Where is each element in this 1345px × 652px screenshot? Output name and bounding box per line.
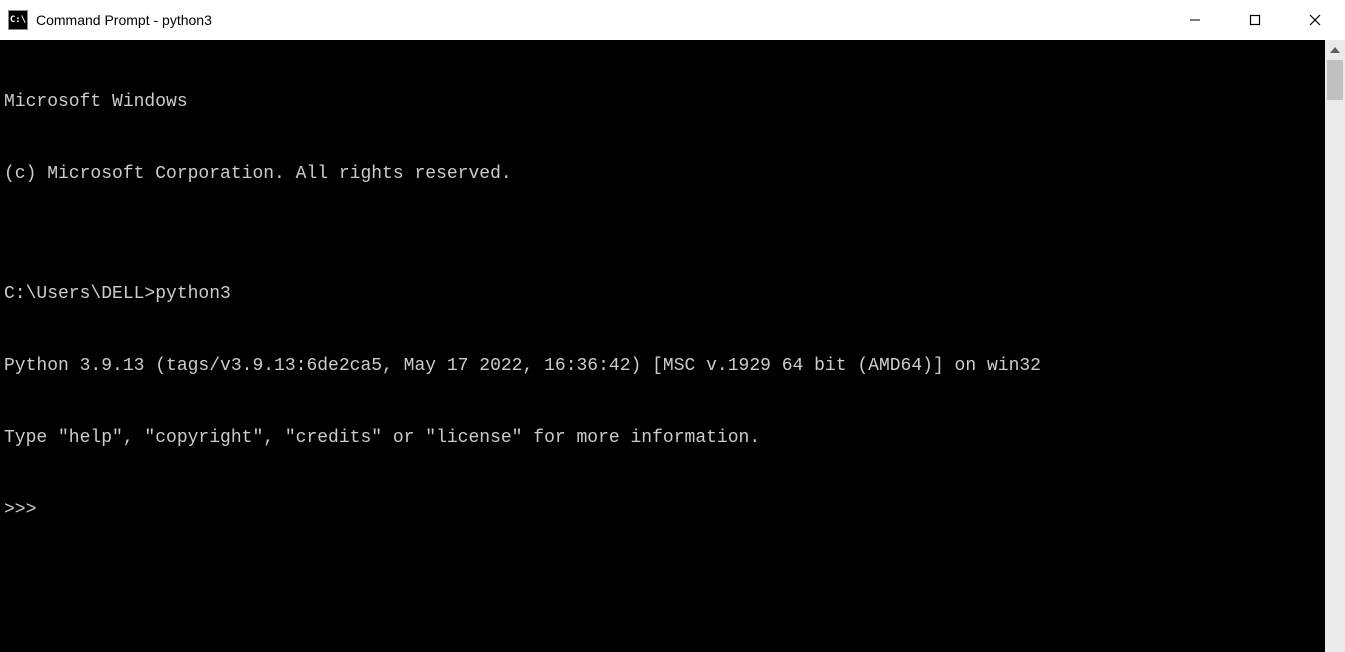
scroll-up-button[interactable] <box>1325 40 1345 60</box>
close-icon <box>1309 14 1321 26</box>
chevron-up-icon <box>1330 47 1340 53</box>
terminal-area: Microsoft Windows (c) Microsoft Corporat… <box>0 40 1345 652</box>
terminal-line: Type "help", "copyright", "credits" or "… <box>4 426 1321 450</box>
minimize-icon <box>1189 14 1201 26</box>
titlebar-left: C:\ Command Prompt - python3 <box>8 10 212 30</box>
maximize-button[interactable] <box>1225 0 1285 40</box>
cmd-icon: C:\ <box>8 10 28 30</box>
terminal-line: C:\Users\DELL>python3 <box>4 282 1321 306</box>
terminal-content[interactable]: Microsoft Windows (c) Microsoft Corporat… <box>0 40 1325 652</box>
window-controls <box>1165 0 1345 40</box>
window-title: Command Prompt - python3 <box>36 12 212 28</box>
maximize-icon <box>1249 14 1261 26</box>
minimize-button[interactable] <box>1165 0 1225 40</box>
titlebar: C:\ Command Prompt - python3 <box>0 0 1345 40</box>
terminal-line: Python 3.9.13 (tags/v3.9.13:6de2ca5, May… <box>4 354 1321 378</box>
close-button[interactable] <box>1285 0 1345 40</box>
scroll-thumb[interactable] <box>1327 60 1343 100</box>
scrollbar[interactable] <box>1325 40 1345 652</box>
terminal-prompt: >>> <box>4 498 1321 522</box>
terminal-line: Microsoft Windows <box>4 90 1321 114</box>
terminal-line: (c) Microsoft Corporation. All rights re… <box>4 162 1321 186</box>
